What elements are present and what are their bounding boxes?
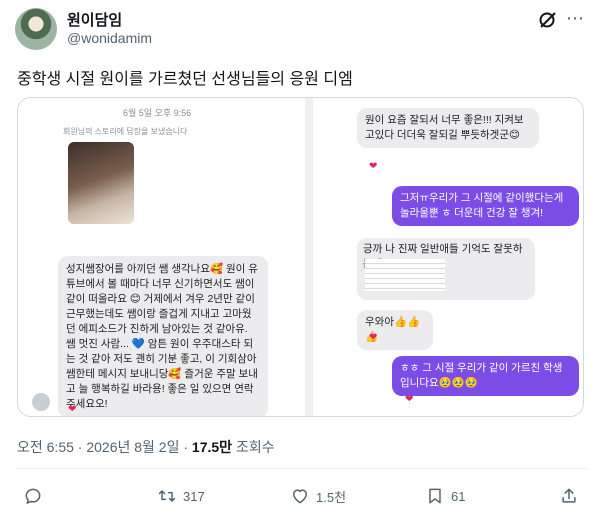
tweet-meta: 오전 6:55 · 2026년 8월 2일 · 17.5만 조회수 — [17, 437, 275, 457]
tweet-timestamp[interactable]: 오전 6:55 · 2026년 8월 2일 · — [17, 439, 192, 455]
dm-story-note: 회원님의 스토리에 답장을 보냈습니다 — [63, 127, 188, 136]
dm-screenshot-left: 6월 5일 오후 9:56 회원님의 스토리에 답장을 보냈습니다 성지쌤장어를… — [18, 98, 305, 416]
dm-bubble-received-3: 우와아👍👍👍 — [357, 310, 433, 350]
retweet-icon — [158, 490, 176, 502]
share-icon — [562, 488, 576, 503]
dm-message-bubble: 성지쌤장어를 아끼던 쌤 생각나요🥰 원이 유튜브에서 볼 때마다 너무 신기하… — [58, 256, 268, 416]
tweet-text: 중학생 시절 원이를 가르쳤던 선생님들의 응원 디엠 — [17, 71, 353, 88]
bookmark-count: 61 — [451, 488, 466, 504]
panel-divider — [305, 98, 313, 416]
reply-icon — [25, 488, 41, 504]
heart-reaction-icon: ❤ — [405, 394, 414, 405]
dm-date: 6월 5일 오후 9:56 — [123, 108, 192, 118]
story-image — [68, 142, 134, 224]
author-display-name[interactable]: 원이담임 — [67, 9, 122, 30]
more-options-icon[interactable]: ⋯ — [564, 8, 586, 30]
dm-bubble-sent-1: 그저ㅠ우리가 그 시절에 같이했다는게 놀라울뿐 ㅎ 더운데 건강 잘 챙겨! — [392, 186, 579, 226]
like-count: 1.5천 — [316, 489, 347, 505]
author-avatar[interactable] — [15, 8, 57, 50]
share-button[interactable] — [559, 484, 579, 508]
view-count: 17.5만 — [191, 439, 233, 455]
heart-icon — [293, 489, 307, 504]
retweet-button[interactable]: 317 — [157, 484, 205, 508]
dm-screenshot-right: 원이 요즘 잘되서 너무 좋은!!! 지켜보고있다 더더욱 잘되길 뿌듯하겟군😊… — [313, 98, 583, 416]
retweet-count: 317 — [183, 488, 205, 504]
heart-reaction-icon: ❤ — [369, 161, 378, 172]
dm-sender-avatar — [32, 393, 50, 411]
reply-button[interactable] — [23, 484, 43, 508]
like-button[interactable]: 1.5천 — [290, 484, 346, 508]
dm-bubble-sent-2: ㅎㅎ 그 시절 우리가 같이 가르친 학생입니다요🥹🥹🥹 — [392, 356, 579, 396]
heart-reaction-icon: ❤ — [369, 332, 378, 343]
bookmark-icon — [429, 488, 441, 504]
tweet-media[interactable]: 6월 5일 오후 9:56 회원님의 스토리에 답장을 보냈습니다 성지쌤장어를… — [17, 97, 584, 417]
heart-reaction-icon: ❤ — [68, 404, 77, 415]
bookmark-button[interactable]: 61 — [425, 484, 465, 508]
divider-line — [17, 468, 589, 469]
grok-icon[interactable] — [538, 10, 558, 30]
view-label: 조회수 — [232, 439, 275, 455]
dm-bubble-received-1: 원이 요즘 잘되서 너무 좋은!!! 지켜보고있다 더더욱 잘되길 뿌듯하겟군😊 — [357, 108, 539, 148]
dm-attached-image — [365, 259, 445, 291]
dm-bubble-received-2: 긍까 나 진짜 일반애들 기억도 잘못하는데 — [357, 238, 535, 300]
author-handle[interactable]: @wonidamim — [67, 30, 152, 46]
